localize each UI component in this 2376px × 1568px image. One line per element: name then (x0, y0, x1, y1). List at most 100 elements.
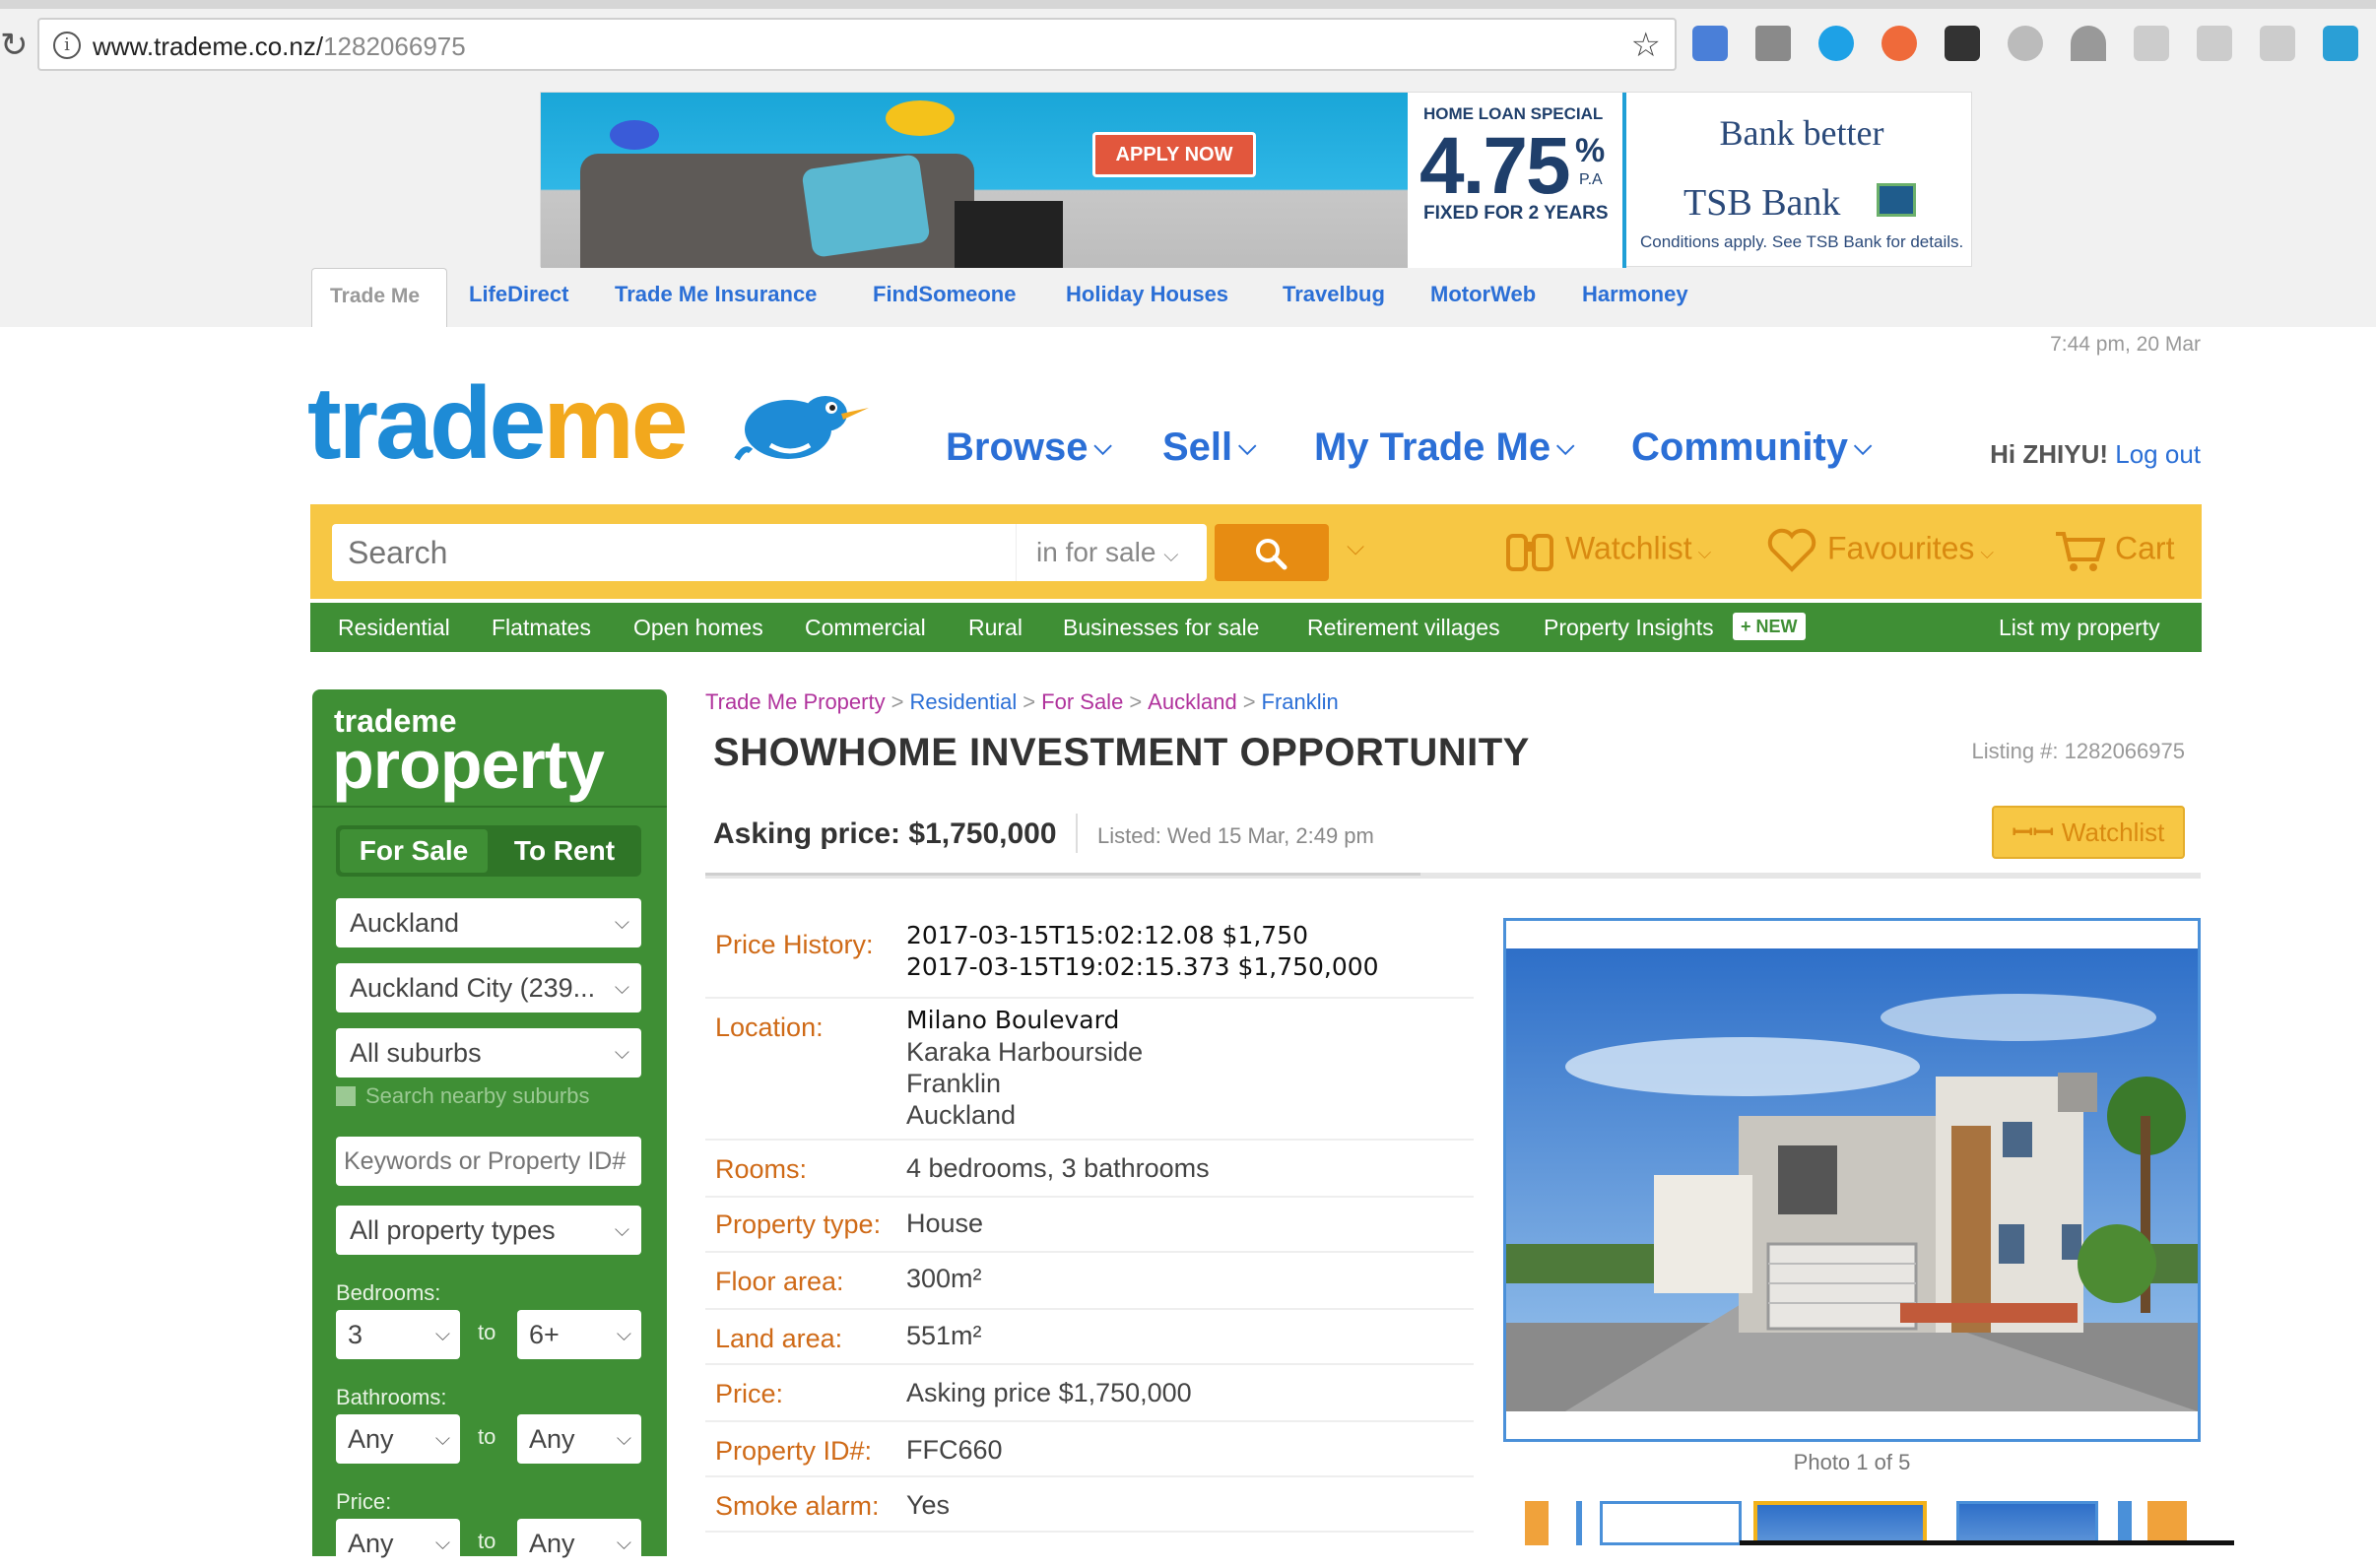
tab-trade-me[interactable]: Trade Me (311, 268, 447, 327)
apply-now-button[interactable]: APPLY NOW (1092, 132, 1256, 177)
attr-value: 300m² (906, 1264, 982, 1293)
tab-trade-me-insurance[interactable]: Trade Me Insurance (615, 282, 817, 307)
house-illustration (1506, 948, 2198, 1411)
chevron-down-icon: ⌵ (1556, 433, 1575, 460)
range-to-label: to (478, 1320, 496, 1344)
bedrooms-min-select[interactable]: 3 ⌵ (336, 1310, 460, 1359)
search-input[interactable] (332, 524, 1016, 581)
tab-motorweb[interactable]: MotorWeb (1430, 282, 1536, 307)
extension-icon-9[interactable] (2197, 26, 2232, 61)
extension-icon-8[interactable] (2134, 26, 2169, 61)
chevron-down-icon: ⌵ (1697, 543, 1712, 563)
attr-property-type: Property type: House (705, 1198, 1474, 1253)
ad-banner[interactable]: APPLY NOW HOME LOAN SPECIAL 4.75 % P.A F… (540, 92, 1972, 268)
subnav-commercial[interactable]: Commercial (805, 615, 926, 641)
previous-photo-arrow[interactable] (1525, 1501, 1549, 1545)
tab-to-rent[interactable]: To Rent (492, 829, 637, 873)
subnav-retirement-villages[interactable]: Retirement villages (1307, 615, 1500, 641)
bathrooms-label: Bathrooms: (336, 1385, 447, 1409)
umbrella-extension-icon[interactable] (2071, 26, 2106, 61)
bookmark-star-icon[interactable]: ☆ (1631, 26, 1661, 65)
tab-lifedirect[interactable]: LifeDirect (469, 282, 568, 307)
cast-extension-icon[interactable] (1755, 26, 1791, 61)
tab-findsomeone[interactable]: FindSomeone (873, 282, 1016, 307)
rate-value: 4.75 (1419, 121, 1571, 211)
photo-thumbnail[interactable] (1600, 1501, 1742, 1545)
nav-label: Sell (1162, 425, 1233, 469)
record-extension-icon[interactable] (1945, 26, 1980, 61)
binoculars-icon (1506, 534, 1553, 571)
subnav-open-homes[interactable]: Open homes (633, 615, 763, 641)
tab-for-sale[interactable]: For Sale (340, 829, 488, 873)
search-button[interactable] (1215, 524, 1329, 581)
cloud-extension-icon[interactable] (2008, 26, 2043, 61)
breadcrumb-link[interactable]: For Sale (1041, 689, 1123, 714)
search-options-chevron-icon[interactable]: ⌵ (1347, 534, 1364, 561)
extension-icon-10[interactable] (2260, 26, 2295, 61)
attr-label: Price: (715, 1379, 784, 1408)
user-greeting: Hi ZHIYU! Log out (1990, 439, 2201, 470)
search-scope-select[interactable]: in for sale ⌵ (1016, 524, 1207, 581)
tab-strip-edge (0, 0, 2376, 9)
attr-location: Location: Milano Boulevard Karaka Harbou… (705, 999, 1474, 1141)
cart-link[interactable]: Cart (2054, 528, 2174, 573)
adblock-extension-icon[interactable] (1881, 26, 1917, 61)
price-history-line: 2017-03-15T19:02:15.373 $1,750,000 (906, 952, 1379, 981)
attr-label: Property ID#: (715, 1436, 873, 1466)
translate-extension-icon[interactable] (1692, 26, 1728, 61)
address-bar[interactable]: i www.trademe.co.nz/1282066975 ☆ (37, 18, 1677, 71)
nav-my-trade-me[interactable]: My Trade Me ⌵ (1314, 425, 1574, 470)
subnav-property-insights[interactable]: Property Insights (1544, 615, 1714, 641)
favourites-menu[interactable]: Favourites ⌵ (1766, 528, 1994, 573)
tab-holiday-houses[interactable]: Holiday Houses (1066, 282, 1228, 307)
property-type-select[interactable]: All property types ⌵ (336, 1206, 641, 1255)
location-line: Auckland (906, 1100, 1017, 1130)
photo-thumbnail[interactable] (2118, 1501, 2132, 1545)
breadcrumb-link[interactable]: Franklin (1262, 689, 1339, 714)
district-select[interactable]: Auckland City (239... ⌵ (336, 963, 641, 1013)
photo-thumbnail[interactable] (1956, 1501, 2098, 1545)
url-domain: www.trademe.co.nz/ (93, 32, 324, 61)
keywords-input[interactable] (336, 1137, 641, 1186)
info-icon[interactable]: i (53, 32, 81, 59)
logout-link[interactable]: Log out (2115, 439, 2201, 469)
price-min-select[interactable]: Any ⌵ (336, 1519, 460, 1568)
tab-harmoney[interactable]: Harmoney (1582, 282, 1688, 307)
bedrooms-max-select[interactable]: 6+ ⌵ (517, 1310, 641, 1359)
breadcrumb-link[interactable]: Auckland (1148, 689, 1237, 714)
tab-travelbug[interactable]: Travelbug (1283, 282, 1385, 307)
next-photo-arrow[interactable] (2147, 1501, 2187, 1545)
rate-percent: % (1575, 132, 1606, 169)
nav-browse[interactable]: Browse ⌵ (946, 425, 1112, 470)
price-history-line: 2017-03-15T15:02:12.08 $1,750 (906, 921, 1309, 949)
extension-icon-11[interactable] (2323, 26, 2358, 61)
breadcrumb: Trade Me Property > Residential > For Sale > A… (705, 689, 1339, 715)
cart-icon (2056, 532, 2105, 571)
listing-photo[interactable] (1503, 918, 2201, 1442)
trademe-logo[interactable]: trademe (307, 372, 689, 475)
breadcrumb-link[interactable]: Residential (909, 689, 1017, 714)
bathrooms-min-select[interactable]: Any ⌵ (336, 1414, 460, 1464)
add-to-watchlist-button[interactable]: ꟷꟷ Watchlist (1992, 806, 2185, 859)
subnav-rural[interactable]: Rural (968, 615, 1023, 641)
url-text[interactable]: www.trademe.co.nz/1282066975 (93, 32, 466, 62)
select-value: Any (529, 1424, 575, 1454)
list-my-property-link[interactable]: List my property (1999, 615, 2160, 641)
bathrooms-max-select[interactable]: Any ⌵ (517, 1414, 641, 1464)
breadcrumb-link[interactable]: Trade Me Property (705, 689, 886, 714)
suburb-select[interactable]: All suburbs ⌵ (336, 1028, 641, 1078)
attr-value: 4 bedrooms, 3 bathrooms (906, 1153, 1210, 1183)
subnav-residential[interactable]: Residential (338, 615, 450, 641)
price-max-select[interactable]: Any ⌵ (517, 1519, 641, 1568)
attr-label: Property type: (715, 1209, 882, 1239)
skype-extension-icon[interactable] (1818, 26, 1854, 61)
subnav-businesses-for-sale[interactable]: Businesses for sale (1063, 615, 1259, 641)
region-select[interactable]: Auckland ⌵ (336, 898, 641, 947)
photo-thumbnail-selected[interactable] (1753, 1501, 1927, 1545)
watchlist-menu[interactable]: Watchlist ⌵ (1504, 528, 1711, 573)
nav-sell[interactable]: Sell ⌵ (1162, 425, 1256, 470)
nav-community[interactable]: Community ⌵ (1631, 425, 1872, 470)
subnav-flatmates[interactable]: Flatmates (492, 615, 591, 641)
nearby-suburbs-checkbox[interactable]: Search nearby suburbs (336, 1083, 589, 1109)
reload-icon[interactable]: ↻ (0, 26, 29, 65)
